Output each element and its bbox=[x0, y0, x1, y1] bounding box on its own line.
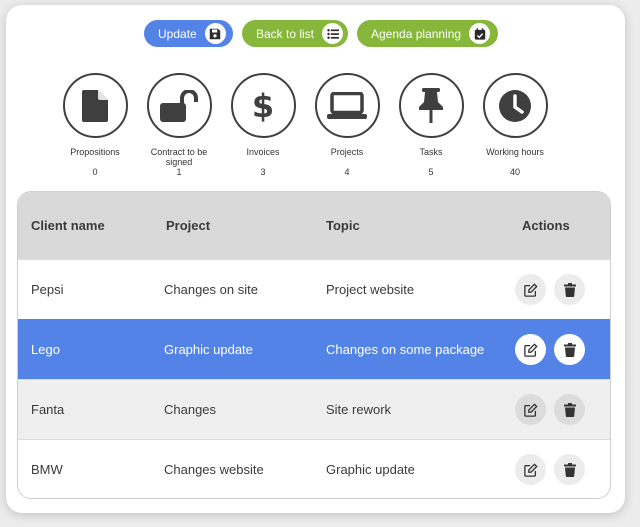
cell-project: Changes website bbox=[164, 462, 264, 477]
save-icon bbox=[204, 23, 226, 44]
header-client-name[interactable]: Client name bbox=[31, 218, 105, 233]
agenda-planning-button[interactable]: Agenda planning bbox=[357, 20, 498, 47]
edit-icon bbox=[523, 282, 538, 297]
update-button[interactable]: Update bbox=[144, 20, 233, 47]
stat-invoices[interactable]: $ Invoices 3 bbox=[221, 73, 305, 177]
header-actions: Actions bbox=[522, 218, 570, 233]
delete-button[interactable] bbox=[554, 454, 585, 485]
stat-working-hours[interactable]: Working hours 40 bbox=[473, 73, 557, 177]
cell-topic: Graphic update bbox=[326, 462, 415, 477]
stat-projects-label: Projects bbox=[330, 147, 364, 157]
stat-tasks-label: Tasks bbox=[419, 147, 443, 157]
row-actions bbox=[515, 274, 585, 305]
stat-working-hours-circle bbox=[482, 73, 548, 138]
stats-row: Propositions 0 Contract to be signed 1 $… bbox=[60, 73, 560, 183]
edit-button[interactable] bbox=[515, 454, 546, 485]
edit-button[interactable] bbox=[515, 334, 546, 365]
laptop-icon bbox=[327, 91, 367, 119]
stat-invoices-circle: $ bbox=[230, 73, 296, 138]
calendar-check-icon bbox=[469, 23, 491, 44]
document-icon bbox=[82, 89, 108, 122]
delete-button[interactable] bbox=[554, 334, 585, 365]
stat-propositions-circle bbox=[62, 73, 128, 138]
stat-contract-count: 1 bbox=[176, 167, 182, 177]
dollar-icon: $ bbox=[251, 86, 275, 125]
agenda-planning-label: Agenda planning bbox=[371, 26, 462, 41]
edit-icon bbox=[523, 342, 538, 357]
stat-projects[interactable]: Projects 4 bbox=[305, 73, 389, 177]
unlock-icon bbox=[160, 89, 198, 122]
cell-client: Pepsi bbox=[31, 282, 64, 297]
stat-tasks[interactable]: Tasks 5 bbox=[389, 73, 473, 177]
stat-working-hours-label: Working hours bbox=[486, 147, 544, 157]
stat-propositions[interactable]: Propositions 0 bbox=[53, 73, 137, 177]
header-topic[interactable]: Topic bbox=[326, 218, 360, 233]
edit-icon bbox=[523, 462, 538, 477]
stat-projects-count: 4 bbox=[344, 167, 350, 177]
cell-project: Changes on site bbox=[164, 282, 258, 297]
table-row[interactable]: Pepsi Changes on site Project website bbox=[18, 259, 610, 319]
cell-project: Graphic update bbox=[164, 342, 253, 357]
trash-icon bbox=[563, 462, 576, 477]
cell-project: Changes bbox=[164, 402, 217, 417]
stat-invoices-count: 3 bbox=[260, 167, 266, 177]
update-button-label: Update bbox=[158, 26, 197, 41]
row-actions bbox=[515, 334, 585, 365]
cell-client: Fanta bbox=[31, 402, 65, 417]
stat-working-hours-count: 40 bbox=[509, 167, 520, 177]
toolbar: Update Back to list Agenda planning bbox=[0, 20, 640, 47]
stat-tasks-count: 5 bbox=[428, 167, 434, 177]
stat-contract[interactable]: Contract to be signed 1 bbox=[137, 73, 221, 177]
cell-topic: Changes on some package bbox=[326, 342, 485, 357]
header-project[interactable]: Project bbox=[166, 218, 210, 233]
stat-propositions-label: Propositions bbox=[70, 147, 120, 157]
stat-invoices-label: Invoices bbox=[246, 147, 280, 157]
list-icon bbox=[322, 23, 344, 44]
cell-client: BMW bbox=[31, 462, 63, 477]
cell-client: Lego bbox=[31, 342, 60, 357]
trash-icon bbox=[563, 402, 576, 417]
stat-propositions-count: 0 bbox=[92, 167, 98, 177]
trash-icon bbox=[563, 282, 576, 297]
cell-topic: Site rework bbox=[326, 402, 392, 417]
row-actions bbox=[515, 394, 585, 425]
table-row[interactable]: Lego Graphic update Changes on some pack… bbox=[18, 319, 610, 379]
pushpin-icon bbox=[419, 87, 443, 123]
table-row[interactable]: Fanta Changes Site rework bbox=[18, 379, 610, 439]
clock-icon bbox=[499, 89, 531, 122]
table-row[interactable]: BMW Changes website Graphic update bbox=[18, 439, 610, 498]
delete-button[interactable] bbox=[554, 394, 585, 425]
trash-icon bbox=[563, 342, 576, 357]
stat-contract-circle bbox=[146, 73, 212, 138]
delete-button[interactable] bbox=[554, 274, 585, 305]
back-to-list-label: Back to list bbox=[256, 26, 315, 41]
stat-tasks-circle bbox=[398, 73, 464, 138]
stat-contract-label: Contract to be signed bbox=[150, 147, 208, 167]
row-actions bbox=[515, 454, 585, 485]
stat-projects-circle bbox=[314, 73, 380, 138]
edit-button[interactable] bbox=[515, 394, 546, 425]
edit-button[interactable] bbox=[515, 274, 546, 305]
back-to-list-button[interactable]: Back to list bbox=[242, 20, 348, 47]
table-header: Client name Project Topic Actions bbox=[18, 192, 610, 259]
clients-table: Client name Project Topic Actions Pepsi … bbox=[17, 191, 611, 499]
cell-topic: Project website bbox=[326, 282, 415, 297]
edit-icon bbox=[523, 402, 538, 417]
